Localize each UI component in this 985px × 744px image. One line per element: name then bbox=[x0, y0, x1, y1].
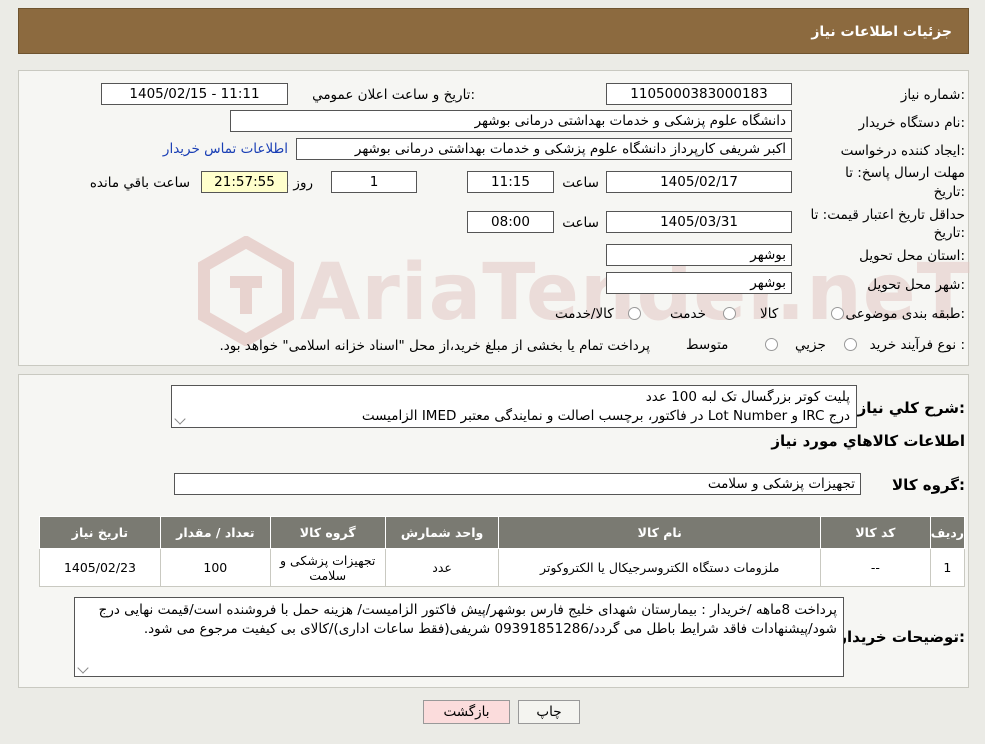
page-header: جزئیات اطلاعات نیاز bbox=[18, 8, 969, 54]
buyer-org-field: دانشگاه علوم پزشکی و خدمات بهداشتی درمان… bbox=[230, 110, 792, 132]
table-row: 1 -- ملزومات دستگاه الکتروسرجیکال یا الک… bbox=[39, 548, 966, 587]
cell-goods-group: تجهیزات پزشکی و سلامت bbox=[269, 548, 386, 587]
process-minor-radio[interactable] bbox=[844, 338, 857, 351]
summary-line-2: درج IRC و Lot Number در فاکتور، برچسب اص… bbox=[361, 408, 850, 424]
deadline-label: مهلت ارسال پاسخ: تا bbox=[845, 165, 965, 181]
category-service-radio[interactable] bbox=[723, 307, 736, 320]
summary-textarea[interactable]: پلیت کوتر بزرگسال تک لبه 100 عدد درج IRC… bbox=[171, 385, 857, 428]
announce-field: 1405/02/15 - 11:11 bbox=[101, 83, 288, 105]
process-minor-label: جزیي bbox=[795, 337, 826, 353]
deadline-time-field: 11:15 bbox=[467, 171, 554, 193]
category-goods-radio[interactable] bbox=[831, 307, 844, 320]
goods-group-label: گروه کالا: bbox=[892, 476, 965, 494]
buyer-contact-link[interactable]: اطلاعات تماس خریدار bbox=[163, 141, 288, 157]
process-note: پرداخت تمام یا بخشی از مبلغ خرید،از محل … bbox=[219, 338, 650, 354]
col-item-code: کد کالا bbox=[819, 516, 931, 549]
goods-group-field: تجهیزات پزشکی و سلامت bbox=[174, 473, 861, 495]
category-label: طبقه بندی موضوعی: bbox=[845, 306, 965, 322]
cell-row-number: 1 bbox=[929, 548, 966, 587]
col-quantity: تعداد / مقدار bbox=[159, 516, 271, 549]
buyer-notes-textarea[interactable]: پرداخت 8ماهه /خریدار : بیمارستان شهدای خ… bbox=[74, 597, 844, 677]
province-label: استان محل تحویل: bbox=[859, 248, 965, 264]
city-field: بوشهر bbox=[606, 272, 792, 294]
creator-field: اکبر شریفی کارپرداز دانشگاه علوم پزشکی و… bbox=[296, 138, 792, 160]
summary-line-1: پلیت کوتر بزرگسال تک لبه 100 عدد bbox=[645, 389, 850, 405]
process-label: نوع فرآیند خرید : bbox=[869, 337, 965, 353]
remaining-time-field: 21:57:55 bbox=[201, 171, 288, 193]
validity-label: حداقل تاریخ اعتبار قیمت: تا bbox=[810, 207, 965, 223]
cell-item-code: -- bbox=[819, 548, 931, 587]
goods-info-title: اطلاعات کالاهاي مورد نیاز bbox=[771, 432, 965, 450]
process-medium-radio[interactable] bbox=[765, 338, 778, 351]
print-button[interactable]: چاپ bbox=[518, 700, 580, 724]
buyer-notes-label: توضیحات خریدار: bbox=[838, 628, 965, 646]
deadline-time-label: ساعت bbox=[562, 175, 599, 191]
province-field: بوشهر bbox=[606, 244, 792, 266]
need-number-field: 1105000383000183 bbox=[606, 83, 792, 105]
col-unit: واحد شمارش bbox=[384, 516, 500, 549]
col-row-number: ردیف bbox=[929, 516, 966, 549]
col-need-date: تاریخ نیاز bbox=[39, 516, 161, 549]
validity-time-field: 08:00 bbox=[467, 211, 554, 233]
page-title: جزئیات اطلاعات نیاز bbox=[811, 24, 952, 40]
days-remaining-field: 1 bbox=[331, 171, 417, 193]
back-button[interactable]: بازگشت bbox=[423, 700, 510, 724]
need-number-label: شماره نیاز: bbox=[900, 87, 965, 103]
items-table-header: ردیف کد کالا نام کالا واحد شمارش گروه کا… bbox=[39, 516, 966, 549]
remaining-time-label: ساعت باقي مانده bbox=[89, 175, 190, 191]
watermark-logo-icon bbox=[198, 236, 294, 346]
category-goods-service-radio[interactable] bbox=[628, 307, 641, 320]
creator-label: ایجاد کننده درخواست: bbox=[840, 143, 965, 159]
category-goods-label: کالا bbox=[760, 306, 779, 322]
items-table: ردیف کد کالا نام کالا واحد شمارش گروه کا… bbox=[39, 516, 966, 587]
cell-item-name: ملزومات دستگاه الکتروسرجیکال یا الکتروکو… bbox=[498, 548, 821, 587]
cell-need-date: 1405/02/23 bbox=[39, 548, 161, 587]
cell-quantity: 100 bbox=[159, 548, 271, 587]
col-goods-group: گروه کالا bbox=[269, 516, 386, 549]
buyer-org-label: نام دستگاه خریدار: bbox=[858, 115, 965, 131]
validity-time-label: ساعت bbox=[562, 215, 599, 231]
deadline-label-date: تاریخ: bbox=[933, 184, 965, 200]
deadline-date-field: 1405/02/17 bbox=[606, 171, 792, 193]
cell-unit: عدد bbox=[384, 548, 500, 587]
summary-label: شرح کلي نیاز: bbox=[857, 399, 965, 417]
announce-label: تاریخ و ساعت اعلان عمومي: bbox=[312, 87, 475, 103]
resize-handle-icon[interactable] bbox=[77, 662, 89, 674]
col-item-name: نام کالا bbox=[498, 516, 821, 549]
validity-date-field: 1405/03/31 bbox=[606, 211, 792, 233]
buyer-notes-text: پرداخت 8ماهه /خریدار : بیمارستان شهدای خ… bbox=[98, 602, 837, 637]
category-goods-service-label: کالا/خدمت bbox=[555, 306, 614, 322]
process-medium-label: متوسط bbox=[686, 337, 729, 353]
category-service-label: خدمت bbox=[670, 306, 706, 322]
validity-label-date: تاریخ: bbox=[933, 225, 965, 241]
city-label: شهر محل تحویل: bbox=[867, 277, 965, 293]
